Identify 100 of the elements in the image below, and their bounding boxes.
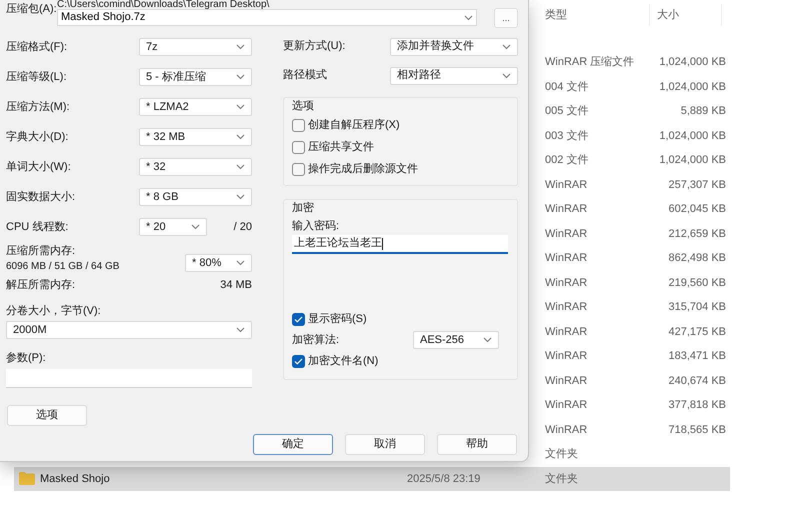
file-size: 257,307 KB bbox=[668, 178, 726, 190]
chevron-down-icon bbox=[502, 44, 511, 50]
checkbox[interactable] bbox=[292, 162, 305, 176]
field-label: 解压所需内存: bbox=[6, 278, 76, 293]
chevron-down-icon bbox=[236, 104, 245, 110]
field-label: 压缩格式(F): bbox=[6, 40, 68, 55]
file-size: 1,024,000 KB bbox=[659, 130, 726, 142]
file-type: WinRAR bbox=[545, 228, 588, 240]
checkbox[interactable] bbox=[292, 312, 305, 326]
field-label: 加密算法: bbox=[292, 332, 340, 348]
checkbox[interactable] bbox=[292, 354, 305, 368]
file-type: 002 文件 bbox=[545, 154, 588, 166]
field-label: 压缩等级(L): bbox=[6, 70, 68, 85]
field-label: CPU 线程数: bbox=[6, 220, 70, 235]
chevron-down-icon bbox=[236, 44, 245, 50]
checkbox-label: 创建自解压程序(X) bbox=[308, 118, 400, 133]
dropdown[interactable]: 添加并替换文件 bbox=[390, 38, 518, 56]
folder-icon bbox=[19, 472, 35, 486]
dropdown[interactable]: * 32 MB bbox=[139, 128, 252, 146]
chevron-down-icon bbox=[483, 337, 492, 343]
file-size: 377,818 KB bbox=[668, 399, 726, 411]
field-label: 单词大小(W): bbox=[6, 160, 72, 175]
dropdown[interactable]: 7z bbox=[139, 38, 252, 56]
field-label: 路径模式 bbox=[283, 68, 327, 84]
dialog-button[interactable]: 取消 bbox=[345, 434, 425, 455]
dropdown[interactable]: * 80% bbox=[185, 254, 252, 272]
file-type: WinRAR bbox=[545, 178, 588, 190]
options-button[interactable]: 选项 bbox=[7, 405, 87, 426]
file-type: WinRAR bbox=[545, 399, 588, 411]
file-size: 212,659 KB bbox=[668, 228, 726, 240]
column-header[interactable]: 大小 bbox=[650, 4, 722, 26]
chevron-down-icon bbox=[464, 14, 473, 20]
checkmark-icon bbox=[294, 316, 303, 322]
password-field[interactable]: 上老王论坛当老王 bbox=[292, 235, 508, 254]
dropdown[interactable]: 2000M bbox=[6, 321, 252, 339]
chevron-down-icon bbox=[502, 72, 511, 78]
decompress-memory: 34 MB bbox=[220, 278, 252, 293]
checkbox[interactable] bbox=[292, 118, 305, 132]
file-type: 003 文件 bbox=[545, 130, 588, 142]
checkbox-label: 操作完成后删除源文件 bbox=[308, 162, 418, 177]
memory-info: 6096 MB / 51 GB / 64 GB bbox=[6, 260, 120, 274]
chevron-down-icon bbox=[236, 134, 245, 140]
file-size: 602,045 KB bbox=[668, 203, 726, 215]
dropdown[interactable]: * 32 bbox=[139, 158, 252, 176]
checkbox[interactable] bbox=[292, 140, 305, 154]
field-label: 压缩方法(M): bbox=[6, 100, 71, 115]
dialog-button[interactable]: 确定 bbox=[253, 434, 333, 455]
file-type: 文件夹 bbox=[545, 472, 578, 484]
file-size: 1,024,000 KB bbox=[659, 154, 726, 166]
chevron-down-icon bbox=[236, 164, 245, 170]
field-label: 更新方式(U): bbox=[283, 38, 346, 54]
file-size: 862,498 KB bbox=[668, 252, 726, 264]
file-type: WinRAR 压缩文件 bbox=[545, 56, 634, 68]
checkmark-icon bbox=[294, 358, 303, 364]
file-size: 1,024,000 KB bbox=[659, 80, 726, 92]
field-label: 输入密码: bbox=[292, 218, 340, 232]
field-label: 压缩所需内存: bbox=[6, 244, 76, 259]
file-row[interactable]: Masked Shojo 2025/5/8 23:19 文件夹 bbox=[14, 466, 730, 491]
file-size: 315,704 KB bbox=[668, 301, 726, 313]
parameters-field[interactable] bbox=[6, 369, 252, 388]
checkbox-label: 加密文件名(N) bbox=[308, 354, 378, 369]
file-size: 427,175 KB bbox=[668, 326, 726, 338]
file-type: 005 文件 bbox=[545, 105, 588, 117]
dropdown[interactable]: * 20 bbox=[139, 218, 207, 236]
file-type: WinRAR bbox=[545, 326, 588, 338]
file-size: 1,024,000 KB bbox=[659, 56, 726, 68]
dropdown[interactable]: 5 - 标准压缩 bbox=[139, 68, 252, 86]
field-label: 字典大小(D): bbox=[6, 130, 70, 145]
file-name: Masked Shojo bbox=[40, 472, 110, 486]
field-label: 压缩包(A): bbox=[5, 2, 57, 17]
group-title: 加密 bbox=[292, 200, 315, 216]
chevron-down-icon bbox=[236, 327, 245, 333]
browse-button[interactable]: ... bbox=[494, 8, 518, 28]
dropdown[interactable]: 相对路径 bbox=[390, 66, 518, 84]
file-size: 183,471 KB bbox=[668, 350, 726, 362]
checkbox-label: 压缩共享文件 bbox=[308, 140, 374, 155]
file-type: WinRAR bbox=[545, 301, 588, 313]
checkbox-label: 显示密码(S) bbox=[308, 312, 367, 327]
field-label: 分卷大小，字节(V): bbox=[6, 304, 101, 319]
column-header[interactable]: 类型 bbox=[538, 4, 650, 26]
file-type: WinRAR bbox=[545, 276, 588, 288]
dropdown[interactable]: AES-256 bbox=[413, 331, 499, 349]
chevron-down-icon bbox=[191, 224, 200, 230]
chevron-down-icon bbox=[236, 260, 245, 266]
field-label: 参数(P): bbox=[6, 350, 46, 366]
file-type: 004 文件 bbox=[545, 80, 588, 92]
group-title: 选项 bbox=[292, 99, 315, 114]
chevron-down-icon bbox=[236, 74, 245, 80]
file-date: 2025/5/8 23:19 bbox=[407, 472, 480, 484]
file-type: WinRAR bbox=[545, 203, 588, 215]
dropdown[interactable]: * 8 GB bbox=[139, 188, 252, 206]
file-type: WinRAR bbox=[545, 252, 588, 264]
dialog-button[interactable]: 帮助 bbox=[437, 434, 517, 455]
thread-total: / 20 bbox=[234, 220, 252, 235]
field-label: 固实数据大小: bbox=[6, 190, 76, 205]
archive-name-field[interactable]: Masked Shojo.7z bbox=[57, 9, 477, 26]
dropdown[interactable]: * LZMA2 bbox=[139, 98, 252, 116]
file-size: 240,674 KB bbox=[668, 374, 726, 386]
file-size: 5,889 KB bbox=[680, 105, 726, 117]
archive-path: C:\Users\comind\Downloads\Telegram Desktop\ bbox=[57, 0, 270, 9]
